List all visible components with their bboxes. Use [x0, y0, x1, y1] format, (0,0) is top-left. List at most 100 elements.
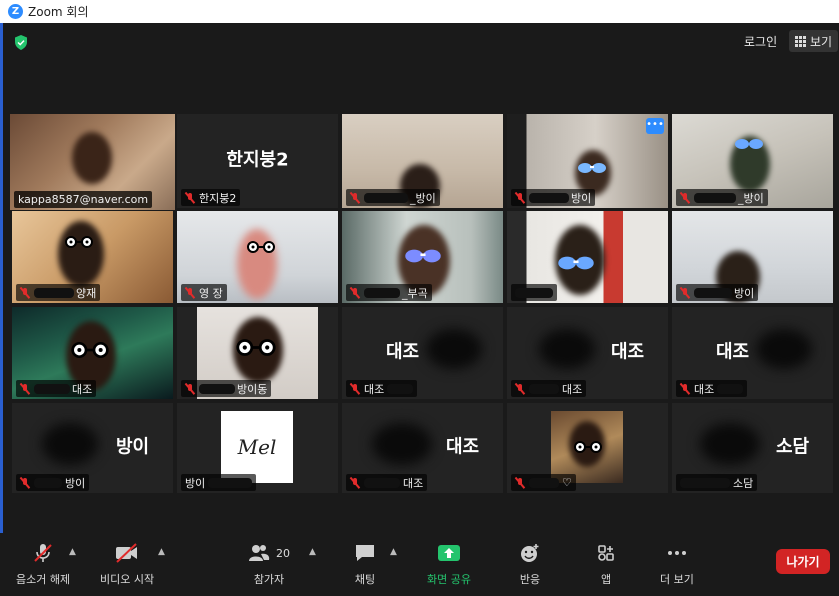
- participant-tile[interactable]: 양재: [12, 211, 173, 303]
- mic-muted-icon: [515, 192, 525, 204]
- window-title: Zoom 회의: [28, 5, 89, 19]
- participant-tile[interactable]: _방이: [342, 114, 503, 208]
- participant-label: kappa8587@naver.com: [14, 191, 153, 208]
- chat-options-caret[interactable]: ▲: [390, 547, 397, 557]
- participant-tile[interactable]: 대조 대조: [342, 403, 503, 493]
- participant-label: 소담: [676, 474, 758, 491]
- participant-name: 방이: [115, 436, 150, 458]
- participant-face: [58, 221, 104, 287]
- unmute-button[interactable]: 음소거 해제: [16, 541, 70, 587]
- window-edge: [0, 23, 3, 596]
- participant-label: 대조: [346, 380, 418, 397]
- nerd-glasses-filter-icon: [574, 441, 602, 453]
- participant-name: 대조: [445, 436, 480, 458]
- more-button[interactable]: 더 보기: [660, 541, 694, 587]
- participant-tile[interactable]: 영 장: [177, 211, 338, 303]
- profile-picture: Mel: [221, 411, 293, 483]
- login-button[interactable]: 로그인: [738, 30, 783, 52]
- participant-body: [237, 229, 277, 299]
- shield-icon[interactable]: [14, 35, 28, 50]
- window-titlebar: Z Zoom 회의: [0, 0, 839, 23]
- participants-button[interactable]: 20 참가자: [248, 541, 290, 587]
- participant-label: 양재: [16, 284, 101, 301]
- more-dots-icon: [666, 541, 688, 565]
- nerd-glasses-filter-icon: [65, 236, 93, 248]
- participant-tile[interactable]: 소담 소담: [672, 403, 833, 493]
- profile-picture-text: Mel: [237, 435, 277, 459]
- participant-tile[interactable]: ♡: [507, 403, 668, 493]
- participant-tile[interactable]: [507, 211, 668, 303]
- participant-label: 영 장: [181, 284, 227, 301]
- mic-muted-icon: [680, 383, 690, 395]
- mic-muted-icon: [350, 192, 360, 204]
- participant-label: 방이: [676, 284, 759, 301]
- participants-icon: [249, 545, 270, 561]
- nerd-glasses-filter-icon: [236, 339, 276, 356]
- participant-tile[interactable]: _방이: [672, 114, 833, 208]
- participant-label: 한지붕2: [181, 189, 241, 206]
- participant-tile[interactable]: 방이동: [177, 307, 338, 399]
- participant-label: 대조: [676, 380, 748, 397]
- participant-tile[interactable]: 방이 방이: [12, 403, 173, 493]
- participants-count: 20: [276, 546, 290, 560]
- mic-muted-icon: [20, 287, 30, 299]
- share-screen-button[interactable]: 화면 공유: [427, 541, 471, 587]
- participant-label: 대조: [346, 474, 428, 491]
- participant-label: _방이: [346, 189, 440, 206]
- participant-label: 방이: [16, 474, 90, 491]
- chat-icon: [354, 541, 376, 565]
- participant-name: 한지붕2: [226, 149, 289, 171]
- participant-tile[interactable]: 한지붕2 한지붕2: [177, 114, 338, 208]
- participant-tile[interactable]: 대조 대조: [672, 307, 833, 399]
- participant-label: 대조: [16, 380, 97, 397]
- mic-muted-icon: [185, 287, 195, 299]
- sunglasses-filter-icon: [578, 163, 606, 173]
- video-options-caret[interactable]: ▲: [158, 547, 165, 557]
- participant-name: 소담: [775, 436, 810, 458]
- mic-muted-icon: [515, 383, 525, 395]
- view-label: 보기: [810, 34, 833, 49]
- nerd-glasses-filter-icon: [247, 241, 275, 253]
- mic-options-caret[interactable]: ▲: [69, 547, 76, 557]
- mic-muted-icon: [20, 477, 30, 489]
- view-button[interactable]: 보기: [789, 30, 839, 52]
- mic-muted-icon: [680, 192, 690, 204]
- participant-label: 방이동: [181, 380, 272, 397]
- participant-tile[interactable]: 대조 대조: [507, 307, 668, 399]
- mic-muted-icon: [185, 383, 195, 395]
- participant-tile[interactable]: 대조 대조: [342, 307, 503, 399]
- redaction-blur: [426, 329, 482, 369]
- leave-meeting-button[interactable]: 나가기: [776, 549, 830, 574]
- start-video-button[interactable]: 비디오 시작: [100, 541, 154, 587]
- participant-tile[interactable]: 대조: [12, 307, 173, 399]
- grid-view-icon: [795, 35, 806, 47]
- reactions-button[interactable]: 반응: [519, 541, 541, 587]
- mic-muted-icon: [350, 477, 360, 489]
- apps-button[interactable]: 앱: [596, 541, 616, 587]
- participant-label: 방이: [181, 474, 257, 491]
- sunglasses-filter-icon: [558, 256, 594, 270]
- participants-options-caret[interactable]: ▲: [309, 547, 316, 557]
- participant-tile[interactable]: _부곡: [342, 211, 503, 303]
- redaction-blur: [756, 329, 812, 369]
- participant-tile[interactable]: kappa8587@naver.com: [10, 114, 175, 210]
- redaction-blur: [42, 423, 98, 465]
- participant-name: 대조: [610, 341, 645, 363]
- participant-tile[interactable]: 방이: [672, 211, 833, 303]
- mic-muted-icon: [515, 477, 525, 489]
- mic-muted-icon: [680, 287, 690, 299]
- chat-button[interactable]: 채팅: [354, 541, 376, 587]
- reactions-icon: [519, 541, 541, 565]
- sunglasses-filter-icon: [735, 139, 763, 149]
- mic-muted-icon: [350, 287, 360, 299]
- participant-tile[interactable]: ••• 방이: [507, 114, 668, 208]
- participant-label: _방이: [676, 189, 768, 206]
- participant-label: [511, 284, 557, 301]
- participant-tile[interactable]: Mel 방이: [177, 403, 338, 493]
- video-off-icon: [114, 541, 140, 565]
- apps-icon: [596, 541, 616, 565]
- more-options-button[interactable]: •••: [646, 118, 664, 134]
- participant-label: _부곡: [346, 284, 432, 301]
- mic-off-icon: [32, 541, 54, 565]
- zoom-logo-icon: Z: [8, 4, 23, 19]
